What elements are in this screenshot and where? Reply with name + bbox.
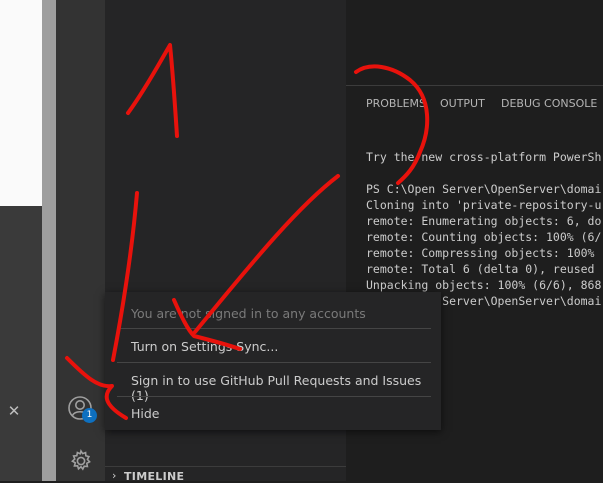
- external-scrollbar[interactable]: [42, 0, 56, 481]
- terminal-line: remote: Counting objects: 100% (6/: [366, 230, 602, 244]
- menu-header-not-signed-in: You are not signed in to any accounts: [131, 306, 366, 321]
- sidebar-divider: [105, 466, 346, 467]
- menu-item-github-sign-in[interactable]: Sign in to use GitHub Pull Requests and …: [131, 373, 441, 403]
- accounts-context-menu: You are not signed in to any accounts Tu…: [105, 292, 441, 430]
- terminal-line: Try the new cross-platform PowerSh: [366, 150, 602, 164]
- terminal-line: remote: Total 6 (delta 0), reused: [366, 262, 602, 276]
- tab-output[interactable]: OUTPUT: [440, 97, 485, 110]
- close-icon[interactable]: ✕: [6, 403, 22, 419]
- external-window-light-area: [0, 0, 42, 206]
- menu-separator: [117, 396, 431, 397]
- tab-problems[interactable]: PROBLEMS: [366, 97, 426, 110]
- external-window-dark-area: [0, 206, 42, 481]
- terminal-line: PS C:\Open Server\OpenServer\domai: [366, 182, 602, 196]
- menu-separator: [117, 328, 431, 329]
- menu-item-settings-sync[interactable]: Turn on Settings Sync...: [131, 339, 278, 354]
- accounts-badge: 1: [82, 408, 97, 423]
- terminal-line: remote: Compressing objects: 100%: [366, 246, 602, 260]
- terminal-line: remote: Enumerating objects: 6, do: [366, 214, 602, 228]
- tab-debug-console[interactable]: DEBUG CONSOLE: [501, 97, 597, 110]
- timeline-section-header[interactable]: TIMELINE: [124, 470, 184, 483]
- menu-separator: [117, 362, 431, 363]
- chevron-right-icon[interactable]: ›: [112, 469, 116, 482]
- editor-area: [346, 0, 603, 85]
- terminal-line: Cloning into 'private-repository-u: [366, 198, 602, 212]
- gear-icon[interactable]: [68, 448, 94, 474]
- menu-item-hide[interactable]: Hide: [131, 406, 160, 421]
- terminal-line: Unpacking objects: 100% (6/6), 868: [366, 278, 602, 292]
